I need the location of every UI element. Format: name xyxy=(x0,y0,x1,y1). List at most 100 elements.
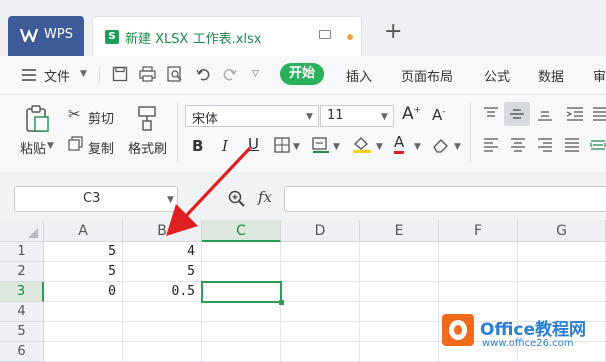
menu-page-layout[interactable]: 页面布局 xyxy=(401,66,453,85)
cell-a1[interactable]: 5 xyxy=(44,242,123,262)
column-header-d[interactable]: D xyxy=(281,220,360,242)
cut-button[interactable]: 剪切 xyxy=(88,108,114,127)
copy-icon[interactable] xyxy=(68,136,83,151)
fill-handle[interactable] xyxy=(279,300,284,305)
column-header-f[interactable]: F xyxy=(439,220,518,242)
menu-data[interactable]: 数据 xyxy=(538,66,564,85)
cell-d1[interactable] xyxy=(281,242,360,262)
chevron-down-icon[interactable]: ▼ xyxy=(80,69,87,79)
row-header-1[interactable]: 1 xyxy=(0,242,44,262)
chevron-down-icon[interactable]: ▼ xyxy=(454,142,461,152)
cell-e4[interactable] xyxy=(360,302,439,322)
justify-icon[interactable] xyxy=(564,138,580,152)
wps-home-tab[interactable]: WPS xyxy=(8,16,84,56)
cell-b5[interactable] xyxy=(123,322,202,342)
cell-a6[interactable] xyxy=(44,342,123,362)
eraser-icon[interactable] xyxy=(432,137,450,153)
paste-button[interactable]: 粘贴 xyxy=(20,138,46,157)
cell-d6[interactable] xyxy=(281,342,360,362)
cell-g2[interactable] xyxy=(518,262,606,282)
chevron-down-icon[interactable]: ▼ xyxy=(381,112,388,122)
cell-d2[interactable] xyxy=(281,262,360,282)
cell-c6[interactable] xyxy=(202,342,281,362)
column-header-g[interactable]: G xyxy=(518,220,606,242)
row-header-2[interactable]: 2 xyxy=(0,262,44,282)
print-preview-icon[interactable] xyxy=(167,66,184,82)
fill-color-icon[interactable] xyxy=(352,135,372,153)
align-left-icon[interactable] xyxy=(483,138,499,152)
document-tab[interactable]: S 新建 XLSX 工作表.xlsx xyxy=(92,16,362,56)
paste-icon[interactable] xyxy=(24,105,50,133)
select-all-corner[interactable] xyxy=(0,220,44,242)
cell-e6[interactable] xyxy=(360,342,439,362)
copy-button[interactable]: 复制 xyxy=(88,138,114,157)
menu-file[interactable]: 文件 xyxy=(44,66,70,85)
cell-f1[interactable] xyxy=(439,242,518,262)
quick-access-more-icon[interactable]: ▽ xyxy=(252,69,259,79)
scissors-icon[interactable]: ✂ xyxy=(68,105,81,123)
column-header-a[interactable]: A xyxy=(44,220,123,242)
row-header-3[interactable]: 3 xyxy=(0,282,44,302)
cell-a2[interactable]: 5 xyxy=(44,262,123,282)
redo-icon[interactable] xyxy=(223,67,237,81)
print-icon[interactable] xyxy=(139,66,156,82)
cell-g1[interactable] xyxy=(518,242,606,262)
cell-d5[interactable] xyxy=(281,322,360,342)
active-cell-c3[interactable] xyxy=(201,281,282,303)
new-tab-button[interactable]: + xyxy=(384,21,402,43)
cell-a4[interactable] xyxy=(44,302,123,322)
indent-icon[interactable] xyxy=(566,107,584,121)
menu-insert[interactable]: 插入 xyxy=(346,66,372,85)
row-header-6[interactable]: 6 xyxy=(0,342,44,362)
cell-f3[interactable] xyxy=(439,282,518,302)
font-name-select[interactable]: 宋体 ▼ xyxy=(185,105,319,127)
cell-b4[interactable] xyxy=(123,302,202,322)
column-header-e[interactable]: E xyxy=(360,220,439,242)
monitor-icon[interactable] xyxy=(319,30,331,39)
align-center-icon[interactable] xyxy=(510,138,526,152)
paste-dropdown-icon[interactable]: ▼ xyxy=(47,141,54,151)
format-painter-icon[interactable] xyxy=(136,105,158,131)
cell-e2[interactable] xyxy=(360,262,439,282)
cell-e5[interactable] xyxy=(360,322,439,342)
cell-c2[interactable] xyxy=(202,262,281,282)
cell-d4[interactable] xyxy=(281,302,360,322)
cell-d3[interactable] xyxy=(281,282,360,302)
font-size-select[interactable]: 11 ▼ xyxy=(320,105,394,127)
row-header-5[interactable]: 5 xyxy=(0,322,44,342)
cell-f2[interactable] xyxy=(439,262,518,282)
cell-b2[interactable]: 5 xyxy=(123,262,202,282)
cell-a3[interactable]: 0 xyxy=(44,282,123,302)
fill-style-icon[interactable] xyxy=(312,136,330,153)
formula-input[interactable] xyxy=(284,186,606,212)
row-header-4[interactable]: 4 xyxy=(0,302,44,322)
undo-icon[interactable] xyxy=(196,67,210,81)
chevron-down-icon[interactable]: ▼ xyxy=(306,112,313,122)
menu-review[interactable]: 审 xyxy=(593,66,606,85)
cell-b3[interactable]: 0.5 xyxy=(123,282,202,302)
menu-formulas[interactable]: 公式 xyxy=(484,66,510,85)
cell-a5[interactable] xyxy=(44,322,123,342)
cell-c4[interactable] xyxy=(202,302,281,322)
distributed-icon[interactable] xyxy=(590,138,606,152)
font-color-button[interactable]: A xyxy=(394,133,405,154)
menu-start-tab[interactable]: 开始 xyxy=(280,63,324,85)
align-right-icon[interactable] xyxy=(537,138,553,152)
cell-c5[interactable] xyxy=(202,322,281,342)
cell-e1[interactable] xyxy=(360,242,439,262)
save-icon[interactable] xyxy=(112,66,128,82)
fx-button[interactable]: fx xyxy=(258,188,272,206)
border-icon[interactable] xyxy=(274,137,290,153)
chevron-down-icon[interactable]: ▼ xyxy=(333,142,340,152)
align-bottom-icon[interactable] xyxy=(537,107,553,121)
chevron-down-icon[interactable]: ▼ xyxy=(293,142,300,152)
cell-g3[interactable] xyxy=(518,282,606,302)
outdent-icon[interactable] xyxy=(592,107,606,121)
chevron-down-icon[interactable]: ▼ xyxy=(376,142,383,152)
decrease-font-icon[interactable]: A- xyxy=(432,106,446,124)
align-top-icon[interactable] xyxy=(483,107,499,121)
cell-b6[interactable] xyxy=(123,342,202,362)
cell-e3[interactable] xyxy=(360,282,439,302)
chevron-down-icon[interactable]: ▼ xyxy=(414,142,421,152)
increase-font-icon[interactable]: A+ xyxy=(402,104,421,124)
